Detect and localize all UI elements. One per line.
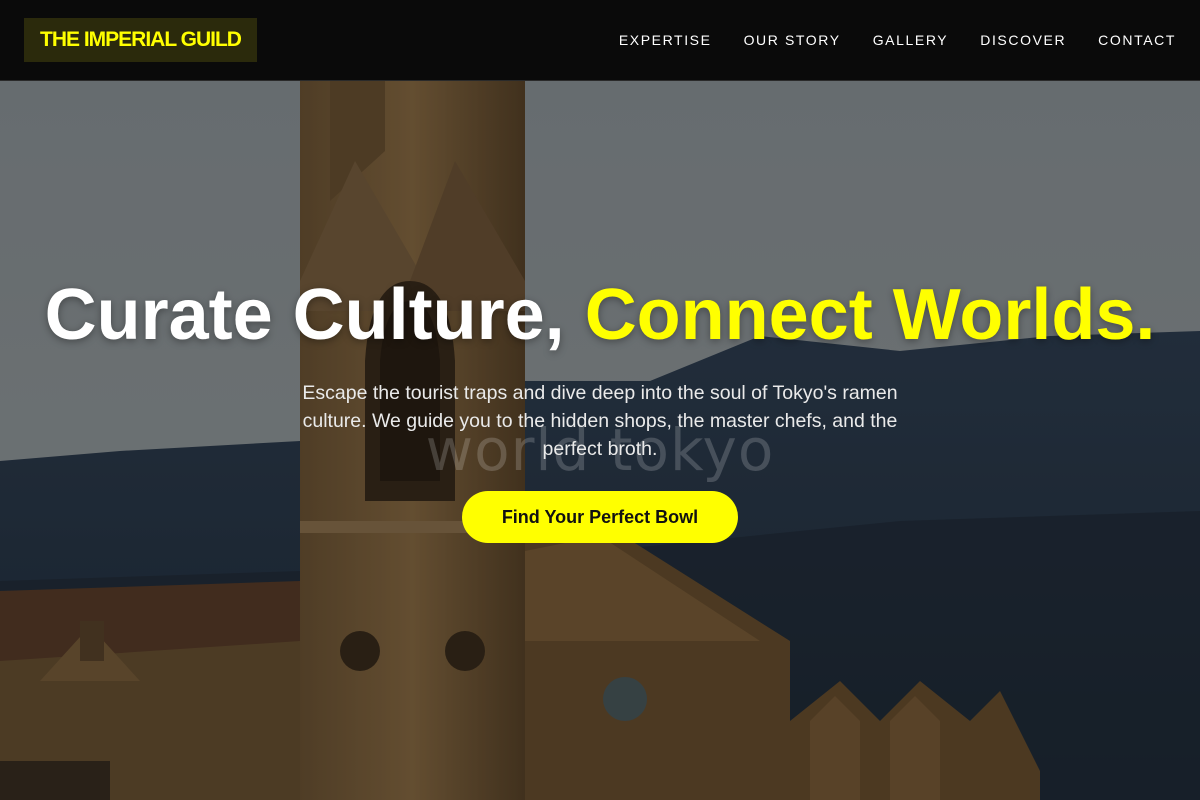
- hero-section: world tokyo Curate Culture, Connect Worl…: [0, 81, 1200, 800]
- nav-link-gallery[interactable]: GALLERY: [873, 32, 949, 48]
- top-navbar: THE IMPERIAL GUILD EXPERTISE OUR STORY G…: [0, 0, 1200, 81]
- brand-logo[interactable]: THE IMPERIAL GUILD: [24, 18, 257, 62]
- nav-link-contact[interactable]: CONTACT: [1098, 32, 1176, 48]
- nav-link-expertise[interactable]: EXPERTISE: [619, 32, 712, 48]
- hero-subtitle: Escape the tourist traps and dive deep i…: [302, 382, 898, 460]
- hero-headline: Curate Culture, Connect Worlds.: [0, 279, 1200, 351]
- nav-link-discover[interactable]: DISCOVER: [980, 32, 1066, 48]
- headline-part-white: Curate Culture,: [44, 275, 585, 355]
- hero-content: Curate Culture, Connect Worlds. Escape t…: [0, 279, 1200, 543]
- main-nav: EXPERTISE OUR STORY GALLERY DISCOVER CON…: [587, 32, 1176, 48]
- find-perfect-bowl-button[interactable]: Find Your Perfect Bowl: [461, 491, 739, 543]
- headline-part-accent: Connect Worlds.: [584, 275, 1156, 355]
- nav-link-our-story[interactable]: OUR STORY: [744, 32, 841, 48]
